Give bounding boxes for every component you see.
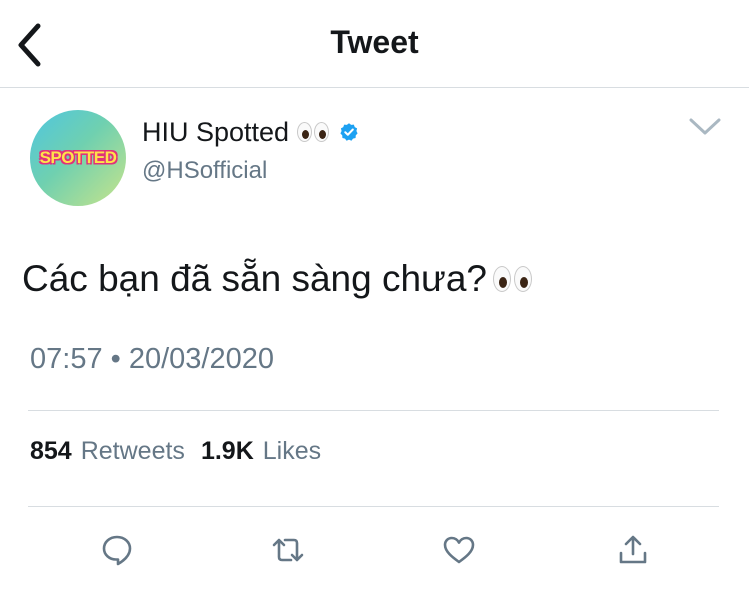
avatar[interactable]: SPOTTED [30,110,126,206]
like-icon [443,536,475,564]
divider [28,410,719,411]
tweet-date: 20/03/2020 [128,343,275,375]
retweet-icon [272,538,304,562]
author-name-row[interactable]: HIU Spotted [142,114,359,150]
retweet-label[interactable]: Retweets [81,437,185,466]
reply-button[interactable] [95,528,139,572]
more-options-button[interactable] [688,116,722,138]
like-label[interactable]: Likes [263,437,321,466]
reply-icon [102,535,132,566]
retweet-count[interactable]: 854 [30,437,72,466]
tweet-text: Các bạn đã sẵn sàng chưa? [22,258,487,299]
eyes-emoji-icon [297,122,331,142]
like-button[interactable] [437,528,481,572]
engagement-stats: 854 Retweets 1.9K Likes [30,437,337,466]
tweet-time: 07:57 [30,343,103,375]
tweet-body: Các bạn đã sẵn sàng chưa? [22,258,535,300]
chevron-down-icon [689,118,721,135]
timestamp-separator: • [110,343,121,375]
verified-badge-icon [340,123,358,141]
eyes-emoji-icon [492,266,535,292]
author-handle[interactable]: @HSofficial [142,157,267,185]
share-icon [619,535,647,564]
share-button[interactable] [611,528,655,572]
like-count[interactable]: 1.9K [201,437,254,466]
top-bar: Tweet [0,0,749,88]
retweet-button[interactable] [266,528,310,572]
avatar-logo-text: SPOTTED [39,148,117,167]
divider [28,506,719,507]
page-title: Tweet [330,24,419,60]
author-name[interactable]: HIU Spotted [142,117,289,148]
tweet-timestamp: 07:57 • 20/03/2020 [30,343,274,376]
